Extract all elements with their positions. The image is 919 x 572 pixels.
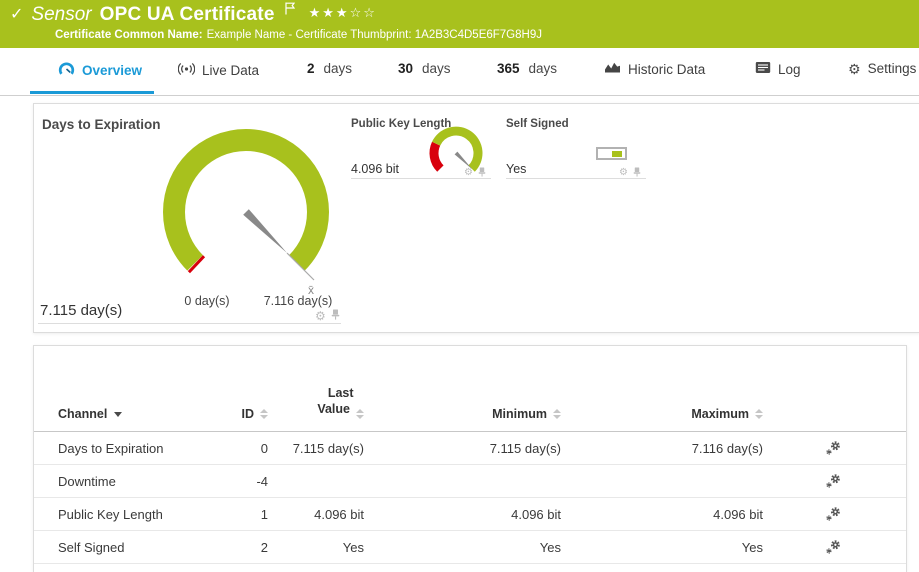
tab-30-days[interactable]: 30 days [398,61,451,76]
table-row-public-key-length: Public Key Length 1 4.096 bit 4.096 bit … [34,498,906,531]
tab-365-days[interactable]: 365 days [497,61,557,76]
channel-settings-icon[interactable] [825,506,906,522]
historic-chart-icon [604,61,621,77]
channel-table-panel: Channel ID Last Value Minimum Maximum Da… [33,345,907,572]
cell-maximum: 4.096 bit [713,507,763,522]
gauge-title-days-to-expiration: Days to Expiration [42,117,161,132]
tab-log-label: Log [778,62,801,77]
tab-365-days-unit: days [529,61,558,76]
priority-flag-icon[interactable] [285,2,295,20]
pin-icon[interactable] [478,164,486,182]
tab-overview-label: Overview [82,63,142,78]
block-divider [38,323,341,324]
gear-icon[interactable]: ⚙ [315,310,326,322]
channel-settings-icon[interactable] [825,440,906,456]
cell-last-value: 7.115 day(s) [293,441,364,456]
sensor-subtitle: Certificate Common Name: Example Name - C… [55,29,542,41]
sort-icon [260,409,268,419]
cell-minimum: Yes [540,540,561,555]
block-divider [351,178,491,179]
tab-365-days-number: 365 [497,61,520,76]
tab-overview[interactable]: Overview [58,61,142,79]
caret-down-icon [114,412,122,417]
cell-id: 2 [261,540,268,555]
subtitle-value: Example Name - Certificate Thumbprint: 1… [207,29,542,41]
self-signed-indicator [596,147,627,160]
self-signed-indicator-fill [612,151,622,157]
channel-settings-icon[interactable] [825,473,906,489]
active-tab-underline [30,91,154,94]
days-to-expiration-value: 7.115 day(s) [40,302,122,319]
cell-id: 0 [261,441,268,456]
cell-minimum: 7.115 day(s) [490,441,561,456]
pin-icon[interactable] [633,164,641,182]
gauge-icon [58,61,75,79]
cell-id: 1 [261,507,268,522]
channel-table-header: Channel ID Last Value Minimum Maximum [34,346,906,432]
cell-last-value: Yes [343,540,364,555]
table-row-self-signed: Self Signed 2 Yes Yes Yes [34,531,906,564]
settings-gear-icon: ⚙ [848,62,861,76]
cell-channel[interactable]: Self Signed [58,540,238,555]
tab-2-days[interactable]: 2 days [307,61,352,76]
live-data-icon [178,61,195,80]
tab-historic-data-label: Historic Data [628,62,705,77]
gauge-needle [243,209,287,253]
days-to-expiration-gauge: x̄ [146,112,346,312]
gauge-max-label: 7.116 day(s) [250,294,346,308]
header-last-value[interactable]: Last Value [317,386,364,421]
cell-maximum: 7.116 day(s) [692,441,763,456]
header-id[interactable]: ID [242,407,269,421]
tab-2-days-unit: days [324,61,353,76]
header-maximum[interactable]: Maximum [691,407,763,421]
sensor-header: ✓ Sensor OPC UA Certificate ★★★☆☆ Certif… [0,0,919,48]
cell-minimum: 4.096 bit [511,507,561,522]
cell-channel[interactable]: Days to Expiration [58,441,238,456]
cell-channel[interactable]: Downtime [58,474,238,489]
gauge-min-label: 0 day(s) [159,294,255,308]
channel-settings-icon[interactable] [825,539,906,555]
public-key-length-value: 4.096 bit [351,162,399,176]
subtitle-label: Certificate Common Name: [55,29,203,41]
sensor-kicker: Sensor [31,4,91,26]
table-row-days-to-expiration: Days to Expiration 0 7.115 day(s) 7.115 … [34,432,906,465]
self-signed-value: Yes [506,162,526,176]
sort-icon [755,409,763,419]
tab-2-days-number: 2 [307,61,315,76]
cell-last-value: 4.096 bit [314,507,364,522]
table-row-downtime: Downtime -4 [34,465,906,498]
tab-log[interactable]: Log [755,61,801,77]
tab-30-days-number: 30 [398,61,413,76]
priority-stars[interactable]: ★★★☆☆ [309,5,377,21]
cell-maximum: Yes [742,540,763,555]
header-minimum[interactable]: Minimum [492,407,561,421]
sort-icon [553,409,561,419]
gauge-title-self-signed: Self Signed [506,118,569,130]
gauges-panel: Days to Expiration x̄ 0 day(s) 7.116 day… [33,103,919,333]
tab-live-data-label: Live Data [202,63,259,78]
tab-bar: Overview Live Data 2 days 30 days 365 da… [0,48,919,96]
cell-id: -4 [256,474,268,489]
tab-settings-label: Settings [868,61,917,76]
cell-channel[interactable]: Public Key Length [58,507,238,522]
tab-live-data[interactable]: Live Data [178,61,259,80]
header-channel[interactable]: Channel [58,407,238,421]
tab-30-days-unit: days [422,61,451,76]
sort-icon [356,409,364,419]
sensor-title: OPC UA Certificate [100,4,275,26]
block-divider [506,178,646,179]
log-icon [755,61,771,77]
tab-historic-data[interactable]: Historic Data [604,61,705,77]
tab-settings[interactable]: ⚙ Settings [848,61,916,76]
status-check-icon: ✓ [10,5,23,25]
